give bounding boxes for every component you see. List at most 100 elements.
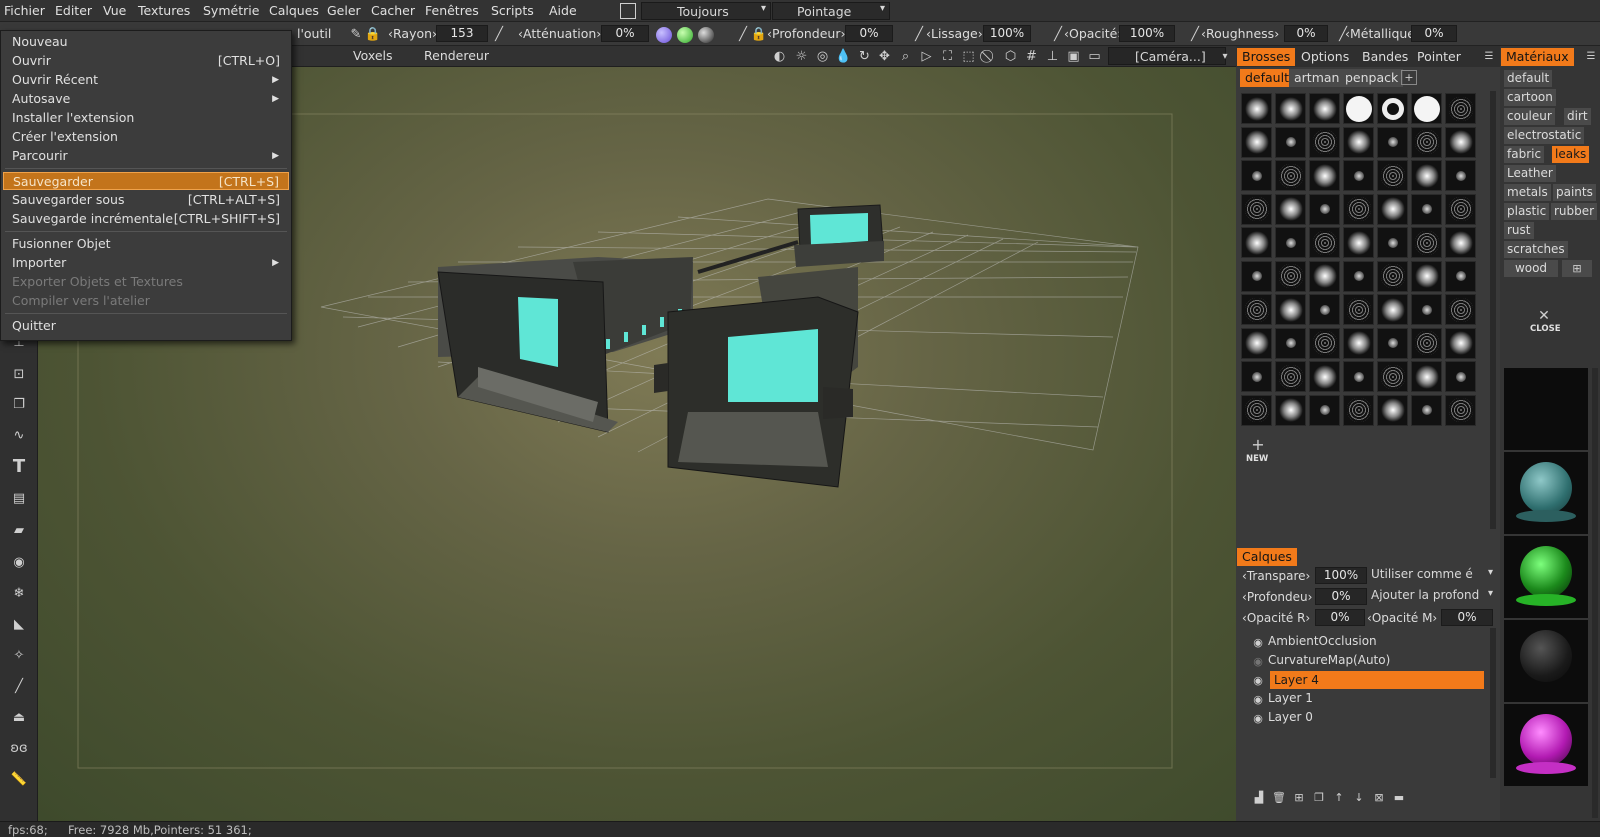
mat-tag-paints[interactable]: paints [1553, 184, 1596, 201]
image-icon[interactable]: ▭ [1087, 49, 1102, 64]
lissage-field[interactable]: 100% [983, 25, 1031, 42]
brush-thumbnail[interactable] [1275, 160, 1306, 191]
brush-thumbnail[interactable] [1445, 227, 1476, 258]
arrow-down-icon[interactable]: ↓ [1352, 790, 1366, 804]
mat-tag-metals[interactable]: metals [1504, 184, 1551, 201]
brush-thumbnail[interactable] [1377, 193, 1408, 225]
fit-all-icon[interactable]: ⛶ [940, 49, 955, 64]
roughness-field[interactable]: 0% [1284, 25, 1328, 42]
menu-item-importer[interactable]: Importer ▶ [3, 254, 289, 272]
mat-tag-rubber[interactable]: rubber [1551, 203, 1598, 220]
brush-thumbnail[interactable] [1343, 193, 1374, 225]
menu-item-installer-extension[interactable]: Installer l'extension [3, 109, 289, 127]
brush-thumbnail[interactable] [1445, 394, 1476, 426]
drop-icon[interactable]: 💧 [835, 49, 851, 64]
play-icon[interactable]: ▷ [919, 49, 934, 64]
prohibit-icon[interactable]: ⃠ [982, 49, 997, 64]
sphere-icon[interactable] [656, 27, 672, 43]
menu-scripts[interactable]: Scripts [491, 3, 534, 18]
cube-icon[interactable]: ⬡ [1003, 49, 1018, 64]
zoom-icon[interactable]: ⌕ [898, 49, 913, 64]
pen-icon[interactable]: ╱ [912, 27, 926, 42]
brush-thumbnail[interactable] [1241, 193, 1272, 225]
brush-thumbnail[interactable] [1343, 394, 1374, 426]
renderer-tab[interactable]: Rendereur [424, 48, 489, 63]
eye-icon[interactable]: ◉ [1250, 711, 1266, 725]
menu-item-autosave[interactable]: Autosave ▶ [3, 90, 289, 108]
menu-editer[interactable]: Editer [55, 3, 92, 18]
brush-thumbnail[interactable] [1309, 394, 1340, 426]
brush-thumbnail[interactable] [1411, 327, 1442, 359]
opacite-r-field[interactable]: 0% [1315, 609, 1365, 626]
panel-menu-icon[interactable]: ☰ [1584, 49, 1598, 63]
mat-tag-electrostatic[interactable]: electrostatic [1504, 127, 1585, 144]
brush-thumbnail[interactable] [1309, 126, 1340, 158]
transform-icon[interactable]: ⊡ [8, 363, 30, 385]
attenuation-field[interactable]: 0% [601, 25, 649, 42]
menu-item-parcourir[interactable]: Parcourir ▶ [3, 147, 289, 165]
materials-scrollbar[interactable] [1592, 368, 1598, 818]
tape-icon[interactable]: ◣ [8, 613, 30, 635]
mat-tag-plastic[interactable]: plastic [1504, 203, 1550, 220]
pack-artman[interactable]: artman [1289, 69, 1345, 87]
opacite-field[interactable]: 100% [1119, 25, 1175, 42]
profondeur-layer-field[interactable]: 0% [1315, 588, 1367, 605]
eraser-icon[interactable]: ▰ [8, 519, 30, 541]
brush-thumbnail[interactable] [1377, 227, 1408, 258]
profondeur-mode-select[interactable]: Ajouter la profond ▾ [1371, 588, 1495, 605]
mat-tag-dirt[interactable]: dirt [1564, 108, 1591, 125]
menu-calques[interactable]: Calques [269, 3, 319, 18]
layer-item-ambient-occlusion[interactable]: AmbientOcclusion [1268, 634, 1377, 648]
rotate-icon[interactable]: ↻ [857, 49, 872, 64]
brush-thumbnail[interactable] [1445, 260, 1476, 292]
brush-thumbnail[interactable] [1275, 227, 1306, 258]
brush-thumbnail[interactable] [1241, 327, 1272, 359]
brush-thumbnail[interactable] [1377, 160, 1408, 191]
brush-thumbnail[interactable] [1343, 227, 1374, 258]
trash-icon[interactable]: 🗑 [1272, 790, 1286, 804]
brush-thumbnail[interactable] [1377, 394, 1408, 426]
grid-icon[interactable]: # [1024, 49, 1039, 64]
pack-default[interactable]: default [1240, 69, 1294, 87]
snowflake-icon[interactable]: ❄ [8, 582, 30, 604]
butterfly-icon[interactable]: ʚɞ [8, 737, 30, 759]
brush-thumbnail[interactable] [1411, 361, 1442, 392]
merge-icon[interactable]: ⊞ [1292, 790, 1306, 804]
page-icon[interactable]: ▤ [8, 487, 30, 509]
brush-thumbnail[interactable] [1445, 193, 1476, 225]
brush-thumbnail[interactable] [1411, 126, 1442, 158]
panel-menu-icon[interactable]: ☰ [1482, 49, 1496, 63]
mat-tag-default[interactable]: default [1504, 70, 1553, 87]
brush-thumbnail[interactable] [1411, 260, 1442, 292]
brush-thumbnail[interactable] [1411, 93, 1442, 124]
brush-thumbnail[interactable] [1309, 260, 1340, 292]
material-preview-magenta[interactable] [1504, 704, 1588, 786]
menu-item-sauvegarder-sous[interactable]: Sauvegarder sous [CTRL+ALT+S] [3, 191, 289, 209]
brush-thumbnail[interactable] [1445, 327, 1476, 359]
mat-tag-leather[interactable]: Leather [1504, 165, 1556, 182]
menu-item-ouvrir[interactable]: Ouvrir [CTRL+O] [3, 52, 289, 70]
add-pack-icon[interactable]: + [1401, 70, 1417, 85]
brush-thumbnail[interactable] [1377, 294, 1408, 325]
brush-thumbnail[interactable] [1309, 294, 1340, 325]
brush-thumbnail[interactable] [1309, 327, 1340, 359]
menu-textures[interactable]: Textures [138, 3, 190, 18]
menu-item-ouvrir-recent[interactable]: Ouvrir Récent ▶ [3, 71, 289, 89]
checkbox-icon[interactable] [620, 3, 636, 19]
opacite-m-field[interactable]: 0% [1441, 609, 1493, 626]
menu-symetrie[interactable]: Symétrie [203, 3, 259, 18]
menu-vue[interactable]: Vue [103, 3, 126, 18]
light-icon[interactable]: ☼ [794, 49, 809, 64]
menu-item-sauvegarder[interactable]: Sauvegarder [CTRL+S] [3, 172, 289, 190]
eye-icon[interactable]: ◉ [1250, 635, 1266, 649]
text-icon[interactable]: T [8, 455, 30, 477]
mode-select[interactable]: Toujours ▾ [641, 2, 771, 20]
pen-icon[interactable]: ╱ [736, 27, 750, 42]
brush-thumbnail[interactable] [1377, 126, 1408, 158]
pen-icon[interactable]: ╱ [1051, 27, 1065, 42]
material-slot-empty[interactable] [1504, 368, 1588, 450]
brush-thumbnail[interactable] [1343, 361, 1374, 392]
material-preview-teal[interactable] [1504, 452, 1588, 534]
mat-tag-scratches[interactable]: scratches [1504, 241, 1568, 258]
profondeur-field[interactable]: 0% [845, 25, 893, 42]
